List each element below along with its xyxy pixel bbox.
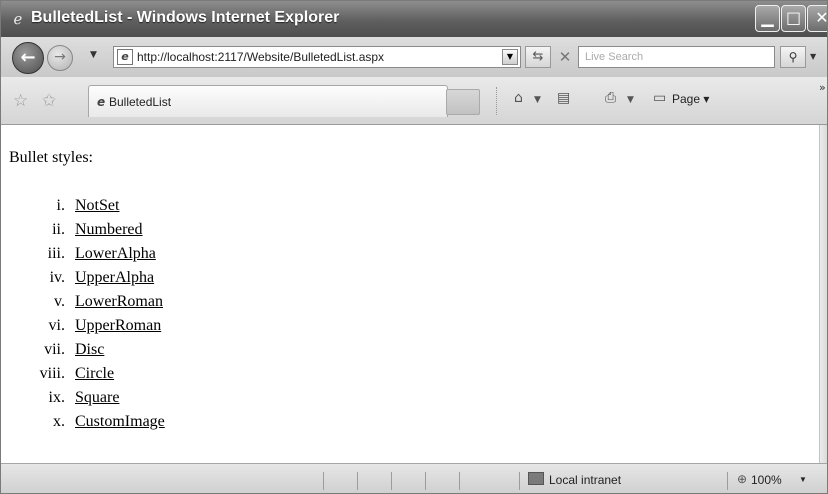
list-item: v. LowerRoman: [1, 293, 241, 315]
page-content: Bullet styles: i. NotSet ii. Numbered ii…: [1, 125, 819, 463]
close-button[interactable]: ✕: [807, 5, 827, 32]
list-item: viii. Circle: [1, 365, 241, 387]
history-dropdown-icon[interactable]: ▼: [90, 50, 97, 60]
refresh-button[interactable]: ⇆: [525, 46, 551, 68]
list-marker: i.: [56, 197, 65, 214]
command-bar: ☆ ✩ e BulletedList ⌂ ▼ ▤ ⎙ ▼ ▭ Page ▾ »: [1, 77, 827, 125]
list-item: vii. Disc: [1, 341, 241, 363]
list-item-link[interactable]: Circle: [75, 365, 114, 383]
list-item: iv. UpperAlpha: [1, 269, 241, 291]
list-item: i. NotSet: [1, 197, 241, 219]
tab-bulletedlist[interactable]: e BulletedList: [88, 85, 448, 117]
forward-arrow-icon: →: [54, 49, 66, 65]
page-heading: Bullet styles:: [9, 149, 93, 166]
print-dropdown-icon[interactable]: ▼: [627, 95, 634, 105]
page-tab-icon: e: [97, 95, 106, 109]
status-pane-divider: [459, 472, 460, 490]
list-marker: v.: [54, 293, 65, 310]
list-item-link[interactable]: LowerRoman: [75, 293, 163, 311]
list-marker: ix.: [48, 389, 65, 406]
star-icon[interactable]: ☆: [13, 91, 28, 111]
list-item-link[interactable]: NotSet: [75, 197, 119, 215]
toolbar-separator: [496, 87, 500, 115]
zoom-dropdown-icon[interactable]: ▼: [799, 475, 807, 484]
maximize-button[interactable]: □: [781, 5, 806, 32]
page-menu[interactable]: Page ▾: [672, 92, 709, 106]
list-item: vi. UpperRoman: [1, 317, 241, 339]
zoom-level[interactable]: 100%: [751, 473, 782, 487]
url-dropdown-icon[interactable]: ▼: [502, 49, 518, 65]
ie-icon: ℯ: [13, 10, 23, 28]
more-chevron-icon[interactable]: »: [819, 81, 826, 94]
status-pane-divider: [519, 472, 520, 490]
window-title: BulletedList - Windows Internet Explorer: [31, 9, 340, 26]
list-item: ix. Square: [1, 389, 241, 411]
status-bar: Local intranet ⊕ 100% ▼: [1, 463, 827, 493]
forward-button[interactable]: →: [47, 45, 73, 71]
status-pane-divider: [391, 472, 392, 490]
page-icon-cmd[interactable]: ▭: [653, 90, 666, 106]
title-bar: ℯ BulletedList - Windows Internet Explor…: [1, 1, 827, 37]
vertical-scrollbar[interactable]: [819, 125, 827, 463]
navigation-bar: ← → ▼ e http://localhost:2117/Website/Bu…: [1, 37, 827, 77]
list-marker: iv.: [49, 269, 65, 286]
new-tab-button[interactable]: [446, 89, 480, 115]
search-button[interactable]: ⚲: [780, 46, 806, 68]
list-item-link[interactable]: UpperAlpha: [75, 269, 154, 287]
list-item-link[interactable]: UpperRoman: [75, 317, 161, 335]
page-icon: e: [117, 49, 133, 65]
list-marker: vii.: [44, 341, 65, 358]
status-pane-divider: [357, 472, 358, 490]
list-item: iii. LowerAlpha: [1, 245, 241, 267]
stop-button[interactable]: ✕: [554, 46, 576, 68]
list-item-link[interactable]: LowerAlpha: [75, 245, 156, 263]
magnifier-icon: ⚲: [788, 50, 798, 64]
refresh-icon: ⇆: [532, 49, 544, 64]
list-marker: iii.: [47, 245, 65, 262]
minimize-button[interactable]: ▁: [755, 5, 780, 32]
home-icon[interactable]: ⌂: [514, 90, 523, 106]
search-placeholder: Live Search: [585, 51, 644, 63]
status-pane-divider: [323, 472, 324, 490]
browser-window: ℯ BulletedList - Windows Internet Explor…: [0, 0, 828, 494]
add-favorite-icon[interactable]: ✩: [42, 91, 56, 111]
page-menu-label: Page: [672, 92, 701, 106]
list-marker: ii.: [52, 221, 65, 238]
rss-icon[interactable]: ▤: [557, 90, 570, 106]
list-marker: vi.: [48, 317, 65, 334]
search-options-icon[interactable]: ▼: [810, 46, 826, 68]
list-item: ii. Numbered: [1, 221, 241, 243]
security-zone[interactable]: Local intranet: [549, 473, 621, 487]
back-arrow-icon: ←: [20, 47, 36, 68]
printer-icon[interactable]: ⎙: [605, 90, 616, 106]
list-item-link[interactable]: Numbered: [75, 221, 143, 239]
list-marker: x.: [53, 413, 65, 430]
back-button[interactable]: ←: [12, 42, 44, 74]
network-icon: [528, 472, 544, 485]
status-pane-divider: [425, 472, 426, 490]
home-dropdown-icon[interactable]: ▼: [534, 95, 541, 105]
list-item-link[interactable]: CustomImage: [75, 413, 165, 431]
status-pane-divider: [727, 472, 728, 490]
list-item-link[interactable]: Square: [75, 389, 119, 407]
list-marker: viii.: [39, 365, 65, 382]
address-bar[interactable]: e http://localhost:2117/Website/Bulleted…: [113, 46, 521, 68]
search-input[interactable]: Live Search: [578, 46, 775, 68]
list-item-link[interactable]: Disc: [75, 341, 104, 359]
url-input[interactable]: http://localhost:2117/Website/BulletedLi…: [137, 50, 384, 64]
stop-icon: ✕: [558, 48, 572, 66]
tab-label: BulletedList: [109, 95, 172, 109]
list-item: x. CustomImage: [1, 413, 241, 435]
zoom-icon[interactable]: ⊕: [737, 472, 747, 486]
